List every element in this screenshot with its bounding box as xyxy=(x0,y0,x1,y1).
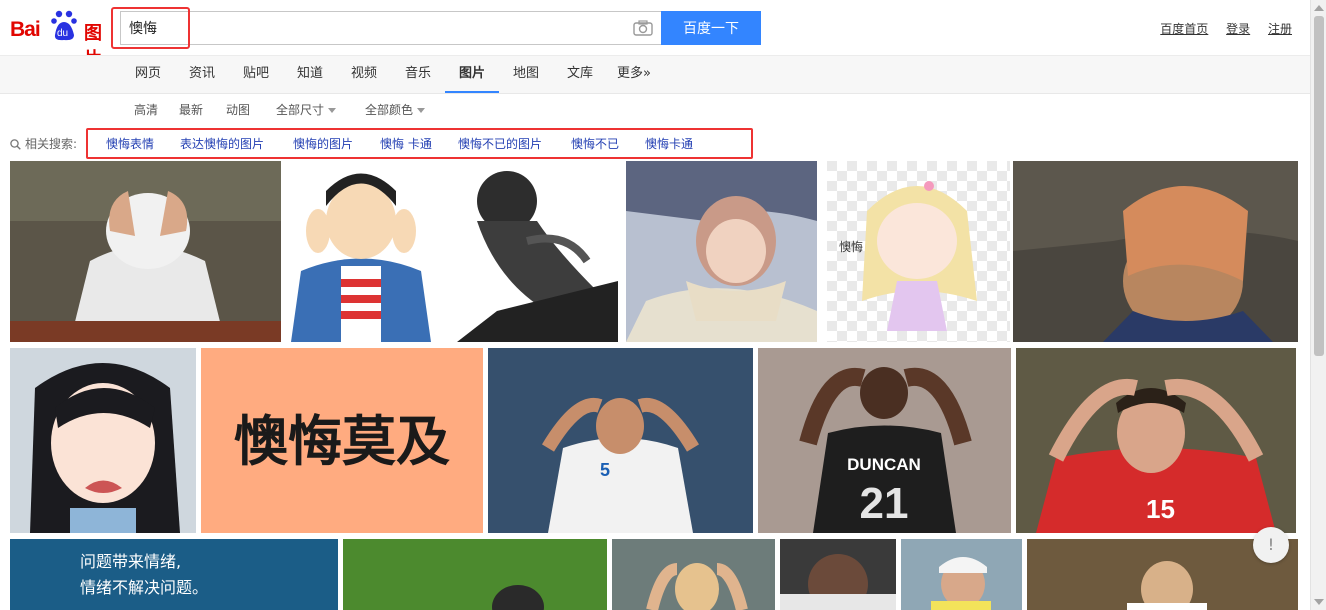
cartoon-boy-illustration xyxy=(286,161,437,342)
image-result-pitch-player[interactable] xyxy=(343,539,607,610)
tab-wenku[interactable]: 文库 xyxy=(558,56,602,93)
image-result-man-hands-face[interactable] xyxy=(780,539,896,610)
quote-image: 问题带来情绪, 情绪不解决问题。 xyxy=(10,539,338,610)
search-icon xyxy=(10,139,21,150)
calligraphy-text: 懊悔莫及 xyxy=(234,409,450,473)
sketch-man-illustration xyxy=(437,161,618,342)
related-link[interactable]: 懊悔不已 xyxy=(571,135,619,152)
image-result-tennis-cap[interactable] xyxy=(901,539,1022,610)
camera-icon[interactable] xyxy=(633,20,653,36)
serbia-player-photo: 15 xyxy=(1016,348,1296,533)
image-result-tennis-player[interactable] xyxy=(10,161,281,342)
image-result-quote[interactable]: 问题带来情绪, 情绪不解决问题。 xyxy=(10,539,338,610)
home-link[interactable]: 百度首页 xyxy=(1160,22,1208,36)
page-scrollbar[interactable] xyxy=(1310,0,1326,610)
query-highlight-box xyxy=(111,7,190,49)
filter-color-label: 全部颜色 xyxy=(365,103,414,117)
jersey-number: 21 xyxy=(860,479,909,528)
search-input[interactable] xyxy=(129,12,609,44)
tab-map[interactable]: 地图 xyxy=(504,56,548,93)
chibi-girl-illustration: 懊悔 xyxy=(827,161,1010,342)
related-link[interactable]: 表达懊悔的图片 xyxy=(180,135,264,152)
tab-images[interactable]: 图片 xyxy=(445,56,499,93)
logo-du-text: du xyxy=(57,28,68,39)
image-result-serbia-player[interactable]: 15 xyxy=(1016,348,1296,533)
tab-video[interactable]: 视频 xyxy=(342,56,386,93)
related-searches-label: 相关搜索: xyxy=(10,135,77,152)
category-tab-bar: 网页 资讯 贴吧 知道 视频 音乐 图片 地图 文库 更多» xyxy=(0,55,1310,94)
related-link[interactable]: 懊悔卡通 xyxy=(645,135,693,152)
greek-jersey-number: 5 xyxy=(600,460,610,480)
image-result-blond-player[interactable] xyxy=(612,539,775,610)
woman-towel-photo xyxy=(1013,161,1298,342)
scroll-down-arrow-icon[interactable] xyxy=(1314,599,1324,605)
quote-line-2: 情绪不解决问题。 xyxy=(80,578,208,597)
tennis-cap-photo xyxy=(901,539,1022,610)
related-link[interactable]: 懊悔不已的图片 xyxy=(458,135,542,152)
calligraphy-image: 懊悔莫及 xyxy=(201,348,483,533)
image-result-anime-girl-chibi[interactable]: 懊悔 xyxy=(827,161,1010,342)
filter-size-dropdown[interactable]: 全部尺寸 xyxy=(276,101,337,118)
filter-color-dropdown[interactable]: 全部颜色 xyxy=(365,101,426,118)
crying-anime-girl-illustration xyxy=(10,348,196,533)
man-hands-face-photo xyxy=(780,539,896,610)
crying-woman-illustration xyxy=(626,161,817,342)
tab-news[interactable]: 资讯 xyxy=(180,56,224,93)
image-result-duncan[interactable]: DUNCAN 21 xyxy=(758,348,1011,533)
serbia-jersey-number: 15 xyxy=(1146,494,1175,524)
pitch-player-photo xyxy=(343,539,607,610)
search-box xyxy=(120,11,666,45)
scroll-up-arrow-icon[interactable] xyxy=(1314,5,1324,11)
image-result-greek-footballer[interactable]: 5 xyxy=(488,348,753,533)
filter-latest[interactable]: 最新 xyxy=(179,101,203,118)
image-result-sketch-man[interactable] xyxy=(437,161,618,342)
image-result-crying-anime-girl[interactable] xyxy=(10,348,196,533)
related-link[interactable]: 懊悔的图片 xyxy=(293,135,353,152)
tennis-player-photo xyxy=(10,161,281,342)
chevron-down-icon xyxy=(328,108,337,113)
search-button[interactable]: 百度一下 xyxy=(661,11,761,45)
filter-hd[interactable]: 高清 xyxy=(134,101,158,118)
logo-text: Bai xyxy=(10,18,41,41)
related-link[interactable]: 懊悔 卡通 xyxy=(380,135,432,152)
tab-web[interactable]: 网页 xyxy=(126,56,170,93)
duncan-photo: DUNCAN 21 xyxy=(758,348,1011,533)
register-link[interactable]: 注册 xyxy=(1268,22,1292,36)
top-links: 百度首页 登录 注册 xyxy=(1146,20,1292,37)
greek-footballer-photo: 5 xyxy=(488,348,753,533)
tab-more[interactable]: 更多» xyxy=(612,56,656,93)
image-result-cartoon-boy[interactable] xyxy=(286,161,437,342)
filter-animated[interactable]: 动图 xyxy=(226,101,250,118)
chevron-down-icon xyxy=(417,108,426,113)
baidu-images-logo[interactable]: Bai du 图片 xyxy=(10,8,114,70)
tab-tieba[interactable]: 贴吧 xyxy=(234,56,278,93)
login-link[interactable]: 登录 xyxy=(1226,22,1250,36)
feedback-button[interactable]: ! xyxy=(1253,527,1289,563)
image-result-crying-woman-cartoon[interactable] xyxy=(626,161,817,342)
jersey-name: DUNCAN xyxy=(847,455,921,474)
blond-player-photo xyxy=(612,539,775,610)
exclamation-icon: ! xyxy=(1267,535,1275,554)
paw-icon: du xyxy=(51,10,77,41)
quote-line-1: 问题带来情绪, xyxy=(80,552,181,571)
chibi-label: 懊悔 xyxy=(839,239,863,254)
image-result-calligraphy[interactable]: 懊悔莫及 xyxy=(201,348,483,533)
filter-size-label: 全部尺寸 xyxy=(276,103,325,117)
image-result-woman-towel[interactable] xyxy=(1013,161,1298,342)
related-label-text: 相关搜索: xyxy=(25,137,78,151)
scrollbar-thumb[interactable] xyxy=(1314,16,1324,356)
tab-music[interactable]: 音乐 xyxy=(396,56,440,93)
tab-zhidao[interactable]: 知道 xyxy=(288,56,332,93)
related-link[interactable]: 懊悔表情 xyxy=(106,135,154,152)
